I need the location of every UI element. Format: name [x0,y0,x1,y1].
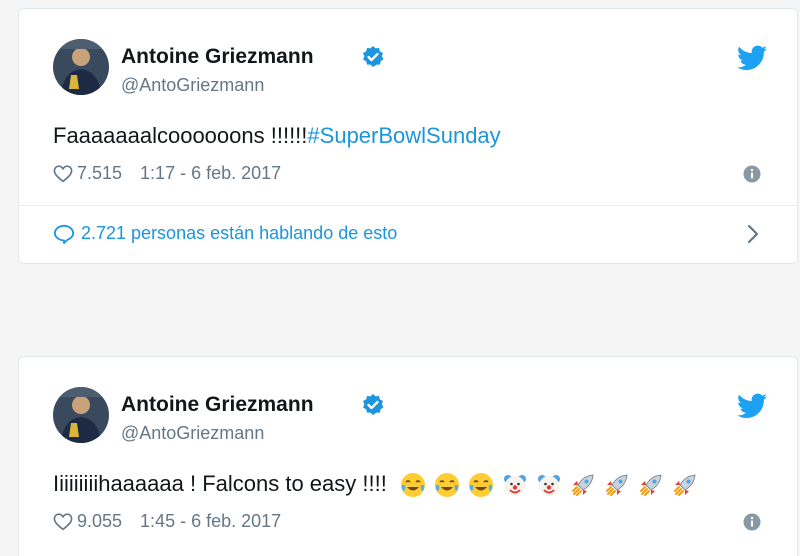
avatar[interactable] [53,387,109,443]
rocket-emoji-icon [605,474,628,497]
heart-icon[interactable] [53,164,73,183]
like-count[interactable]: 9.055 [77,511,122,532]
verified-badge-icon [363,394,384,415]
tweet-text: Faaaaaaalcoooooons !!!!!!#SuperBowlSunda… [53,123,501,149]
tears-of-joy-emoji-icon [434,473,459,498]
conversation-count: 2.721 personas están hablando de esto [81,223,398,243]
twitter-bird-icon[interactable] [737,393,767,419]
tears-of-joy-emoji-icon [400,473,425,498]
tweet-text: Iiiiiiiiihaaaaaa ! Falcons to easy !!!! [53,471,699,499]
heart-icon[interactable] [53,512,73,531]
like-count[interactable]: 7.515 [77,163,122,184]
conversation-link[interactable]: 2.721 personas están hablando de esto [53,223,397,244]
tweet-card: Antoine Griezmann @AntoGriezmann Faaaaaa… [18,8,798,264]
info-icon[interactable] [743,513,761,531]
hashtag-link[interactable]: #SuperBowlSunday [307,123,500,148]
rocket-emoji-icon [639,474,662,497]
rocket-emoji-icon [571,474,594,497]
author-name[interactable]: Antoine Griezmann [121,393,314,417]
tweet-body: Iiiiiiiiihaaaaaa ! Falcons to easy !!!! [53,471,387,496]
info-icon[interactable] [743,165,761,183]
tears-of-joy-emoji-icon [468,473,493,498]
clown-face-emoji-icon [537,475,560,497]
avatar[interactable] [53,39,109,95]
tweet-meta: 7.515 1:17 - 6 feb. 2017 [53,163,281,184]
tweet-card: Antoine Griezmann @AntoGriezmann Iiiiiii… [18,356,798,556]
author-name[interactable]: Antoine Griezmann [121,45,314,69]
clown-face-emoji-icon [503,475,526,497]
reply-bubble-icon [54,224,74,244]
verified-badge-icon [363,46,384,67]
twitter-bird-icon[interactable] [737,45,767,71]
timestamp[interactable]: 1:45 - 6 feb. 2017 [140,511,281,532]
author-handle[interactable]: @AntoGriezmann [121,423,264,444]
divider [19,205,797,206]
tweet-body: Faaaaaaalcoooooons !!!!!! [53,123,308,148]
rocket-emoji-icon [673,474,696,497]
chevron-right-icon[interactable] [745,223,761,245]
author-handle[interactable]: @AntoGriezmann [121,75,264,96]
timestamp[interactable]: 1:17 - 6 feb. 2017 [140,163,281,184]
tweet-meta: 9.055 1:45 - 6 feb. 2017 [53,511,281,532]
emoji-row [399,471,699,499]
